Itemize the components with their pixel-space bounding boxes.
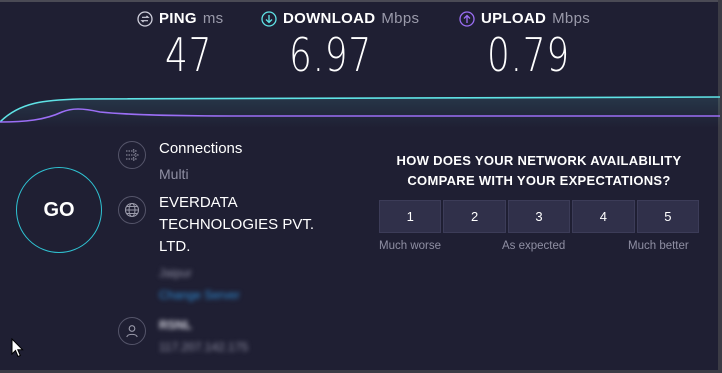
change-server-link[interactable]: Change Server [159,288,240,302]
provider-name: EVERDATA TECHNOLOGIES PVT. LTD. [159,194,315,255]
ping-unit: ms [202,10,224,27]
upload-metric: UPLOAD Mbps 0.79 [459,10,593,81]
window-top-border [0,0,722,2]
rating-option-5[interactable]: 5 [636,200,700,233]
rating-scale: 1 2 3 4 5 [379,200,700,233]
connections-mode[interactable]: Multi [159,166,189,182]
survey-question: HOW DOES YOUR NETWORK AVAILABILITY COMPA… [396,153,682,188]
mouse-pointer-icon [11,338,24,358]
user-icon [118,317,146,345]
speed-graph [0,96,721,128]
rating-option-2[interactable]: 2 [443,200,506,233]
user-isp-name: RSNL [159,318,192,332]
download-unit: Mbps [381,10,420,27]
go-button-label: GO [43,198,75,221]
rating-option-3[interactable]: 3 [507,200,571,233]
ping-value: 47 [165,28,213,82]
rating-option-1[interactable]: 1 [379,200,442,233]
download-value: 6.97 [289,28,373,82]
download-arrow-icon [261,10,277,27]
scale-mid-label: As expected [502,240,566,252]
globe-icon [118,196,146,224]
ping-header: PING ms [137,10,226,27]
download-header: DOWNLOAD Mbps [261,10,419,27]
ping-metric: PING ms 47 [137,10,226,81]
rating-option-4[interactable]: 4 [572,200,635,233]
upload-header: UPLOAD Mbps [459,10,593,27]
user-ip-address: 117.207.142.175 [159,340,249,354]
scale-low-label: Much worse [379,240,441,252]
upload-arrow-icon [459,10,475,27]
window-right-border [718,0,722,373]
ping-label: PING [159,10,197,27]
connections-title: Connections [159,140,243,157]
connections-icon [118,141,146,169]
download-metric: DOWNLOAD Mbps 6.97 [261,10,419,81]
upload-label: UPLOAD [481,10,547,27]
upload-value: 0.79 [487,28,571,82]
go-button[interactable]: GO [16,167,102,253]
upload-unit: Mbps [552,10,591,27]
ping-icon [137,10,153,27]
download-label: DOWNLOAD [283,10,376,27]
server-location: Jaipur [159,266,192,280]
scale-high-label: Much better [628,240,689,252]
